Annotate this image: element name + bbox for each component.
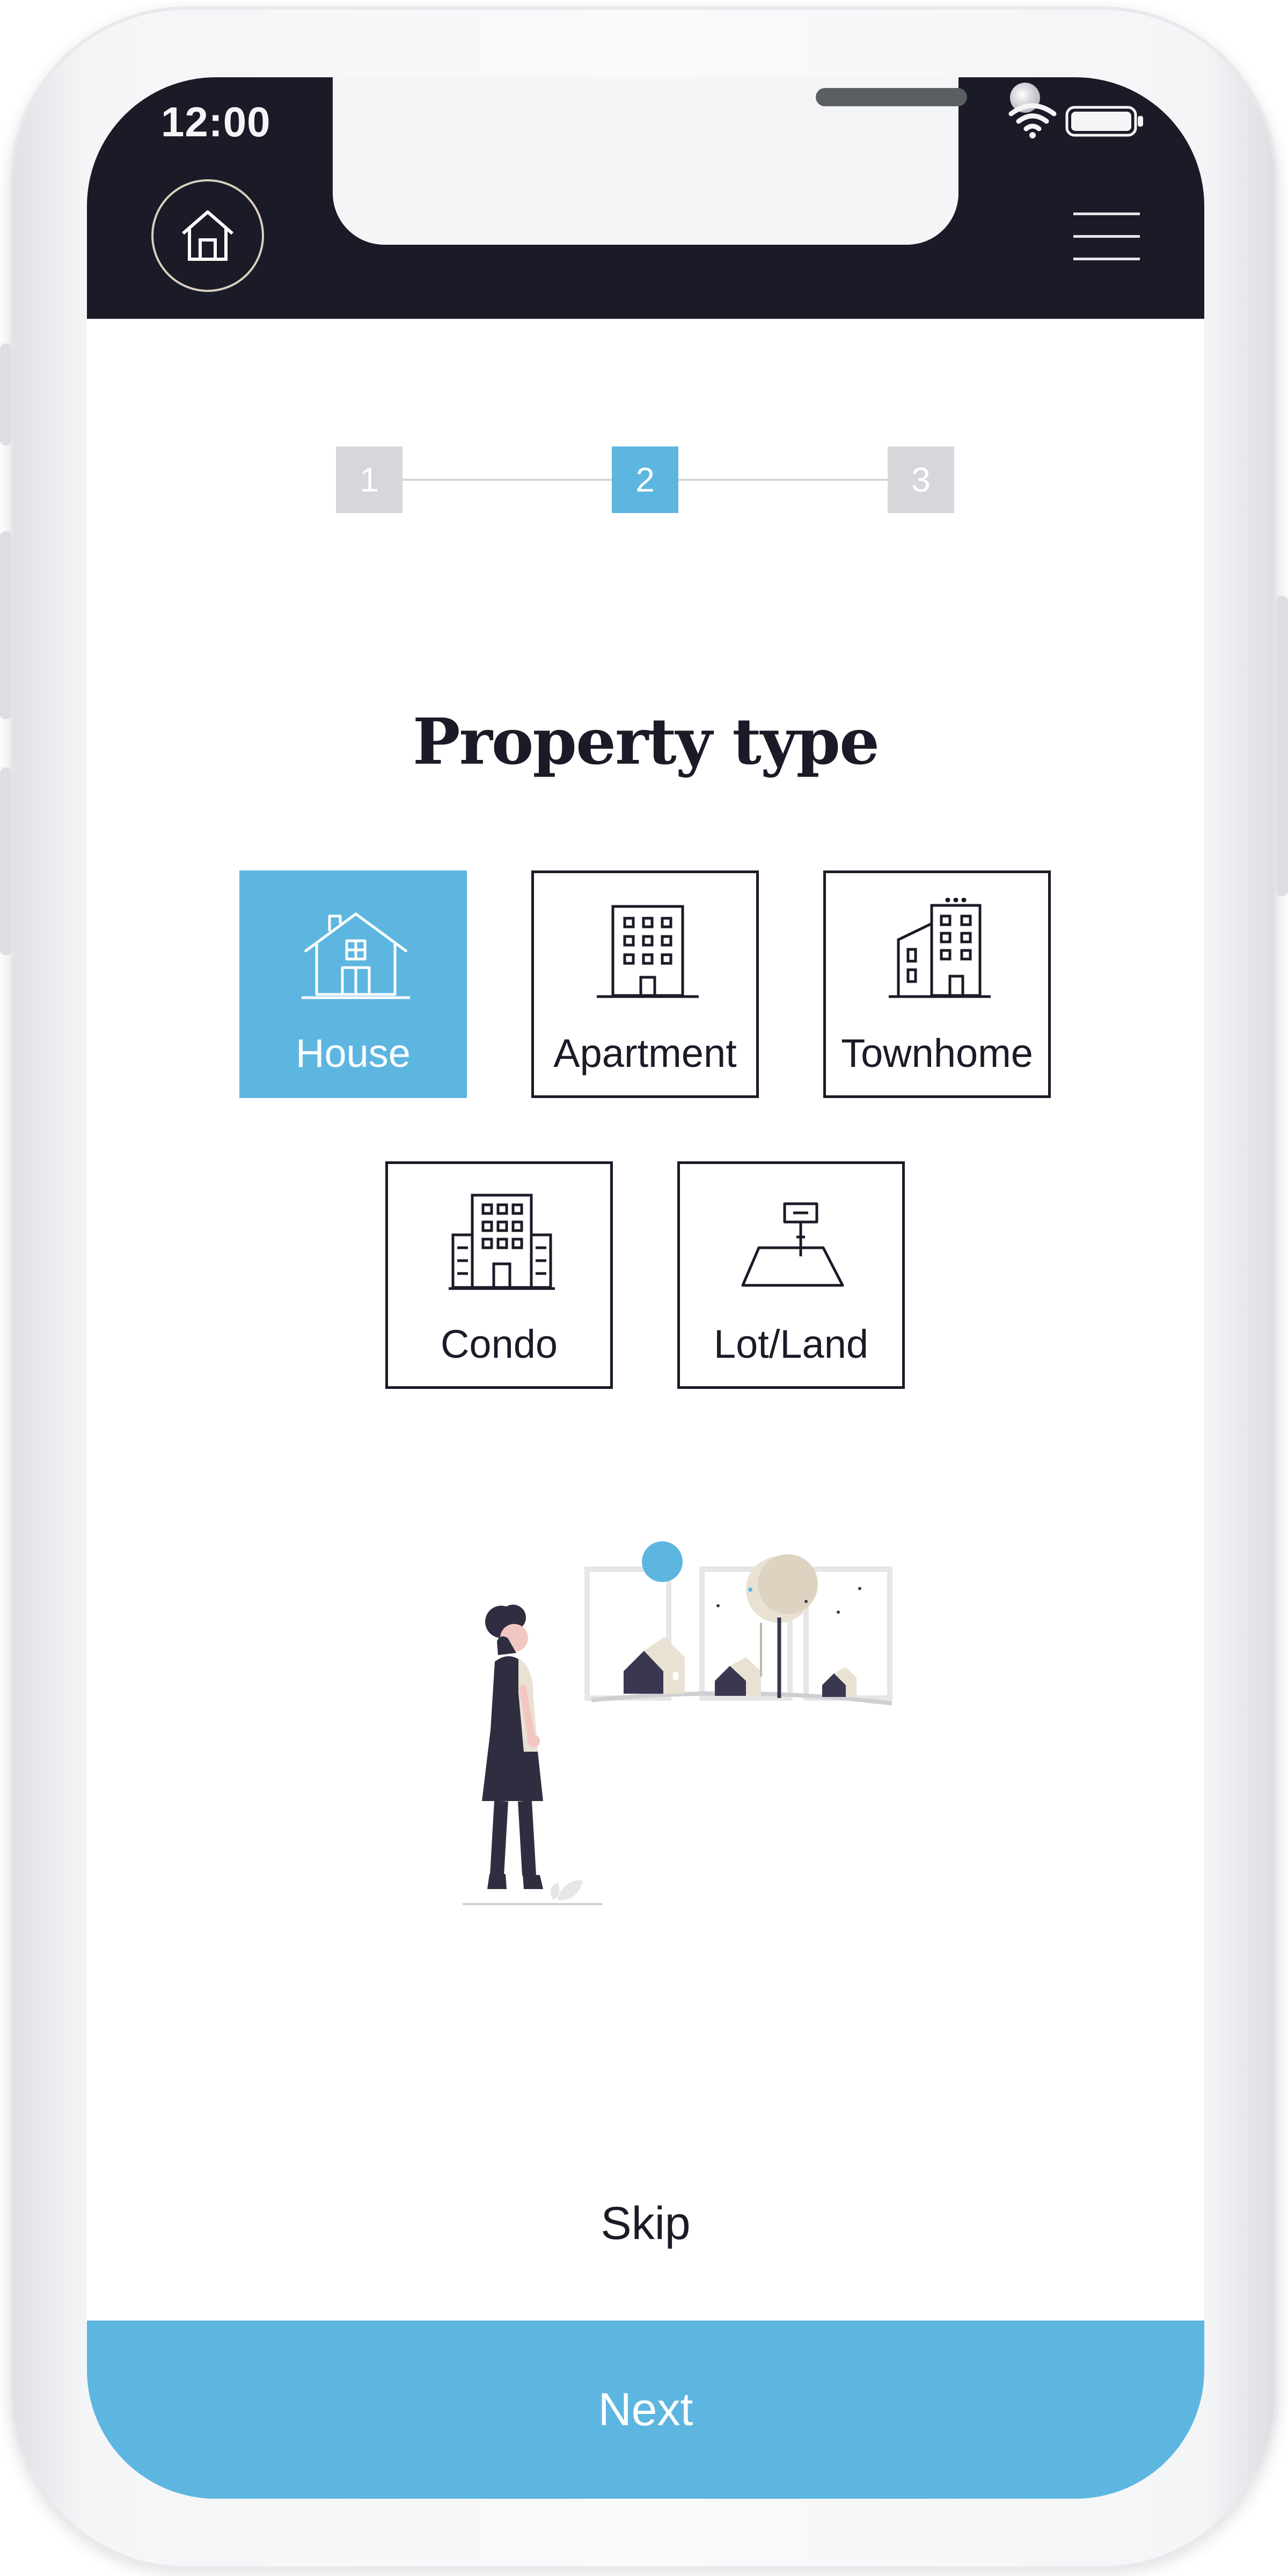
- step-1[interactable]: 1: [336, 447, 402, 513]
- power-button: [1276, 596, 1288, 896]
- progress-stepper: 1 2 3: [336, 447, 954, 513]
- lot-land-icon: [741, 1202, 844, 1287]
- speaker-grille: [816, 88, 967, 106]
- stepper-connector: [402, 479, 612, 481]
- app-header: 12:00: [87, 77, 1204, 319]
- status-icons: [1006, 98, 1161, 141]
- menu-line: [1073, 258, 1140, 260]
- property-type-lot-land[interactable]: Lot/Land: [677, 1161, 905, 1389]
- condo-building-icon: [449, 1194, 555, 1290]
- home-icon: [182, 210, 233, 261]
- house-icon: [302, 912, 410, 999]
- property-type-condo[interactable]: Condo: [385, 1161, 613, 1389]
- page-title: Property type: [412, 704, 880, 779]
- property-type-house[interactable]: House: [239, 870, 467, 1098]
- property-type-label: Townhome: [841, 1031, 1033, 1075]
- notch: [333, 77, 1040, 245]
- townhome-icon: [889, 898, 991, 998]
- property-type-label: Apartment: [553, 1031, 737, 1075]
- status-time: 12:00: [161, 98, 271, 145]
- property-type-label: Condo: [440, 1322, 558, 1366]
- property-type-label: Lot/Land: [713, 1322, 869, 1366]
- property-type-apartment[interactable]: Apartment: [531, 870, 759, 1098]
- step-3[interactable]: 3: [888, 447, 954, 513]
- app-screen: 12:00 1 2 3 Property type House Apartmen…: [87, 77, 1204, 2499]
- next-button[interactable]: Next: [87, 2321, 1204, 2499]
- skip-link[interactable]: Skip: [87, 2197, 1204, 2250]
- home-button[interactable]: [151, 179, 264, 292]
- woman-viewing-houses-illustration: [463, 1541, 892, 1905]
- step-2-current[interactable]: 2: [612, 447, 678, 513]
- stepper-connector: [678, 479, 888, 481]
- volume-up-button: [0, 531, 12, 719]
- menu-line: [1073, 213, 1140, 215]
- menu-line: [1073, 235, 1140, 238]
- battery-icon: [1065, 106, 1143, 137]
- wifi-icon: [1008, 103, 1057, 138]
- mute-switch: [0, 343, 12, 445]
- property-type-townhome[interactable]: Townhome: [823, 870, 1051, 1098]
- hamburger-menu-button[interactable]: [1073, 213, 1140, 261]
- apartment-building-icon: [597, 905, 699, 998]
- volume-down-button: [0, 767, 12, 955]
- property-type-label: House: [296, 1031, 411, 1075]
